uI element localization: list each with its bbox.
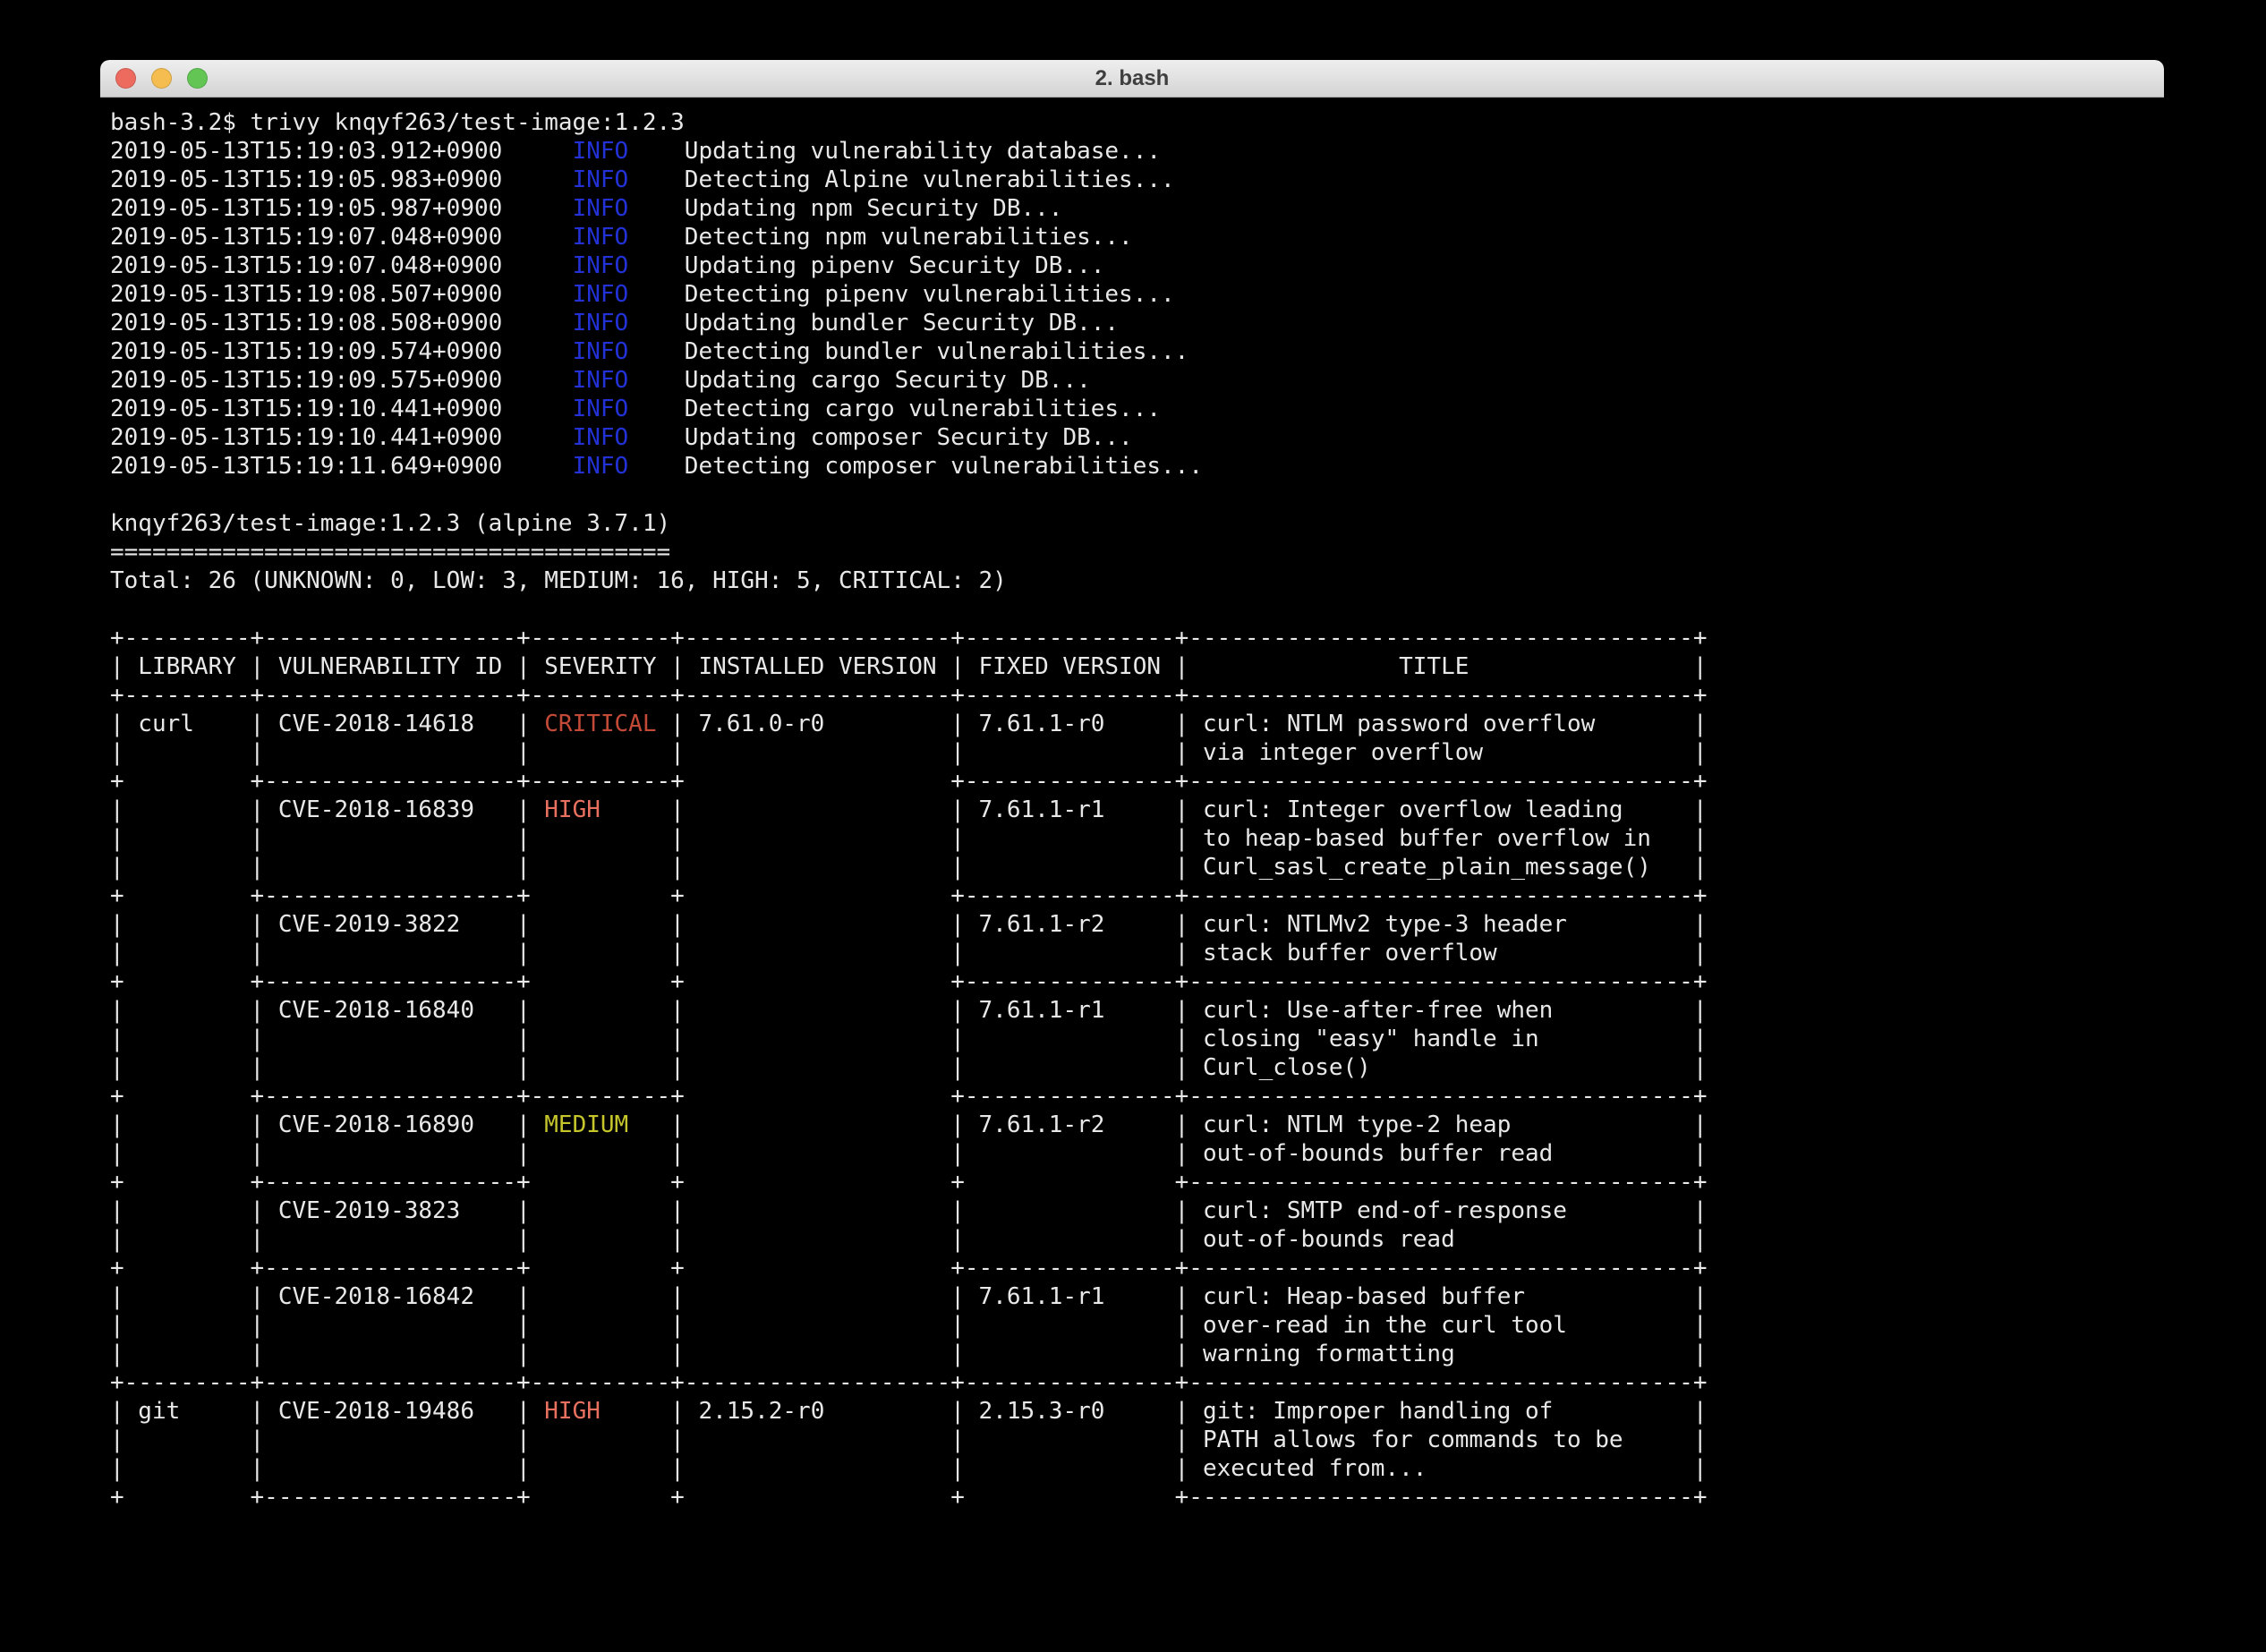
zoom-button[interactable] [187, 68, 208, 89]
minimize-button[interactable] [151, 68, 172, 89]
traffic-lights [115, 60, 208, 97]
window-titlebar[interactable]: 2. bash [100, 60, 2164, 98]
close-button[interactable] [115, 68, 136, 89]
window-title: 2. bash [100, 60, 2164, 97]
terminal-output[interactable]: bash-3.2$ trivy knqyf263/test-image:1.2.… [100, 98, 2164, 1511]
terminal-window: 2. bash bash-3.2$ trivy knqyf263/test-im… [100, 60, 2164, 1620]
